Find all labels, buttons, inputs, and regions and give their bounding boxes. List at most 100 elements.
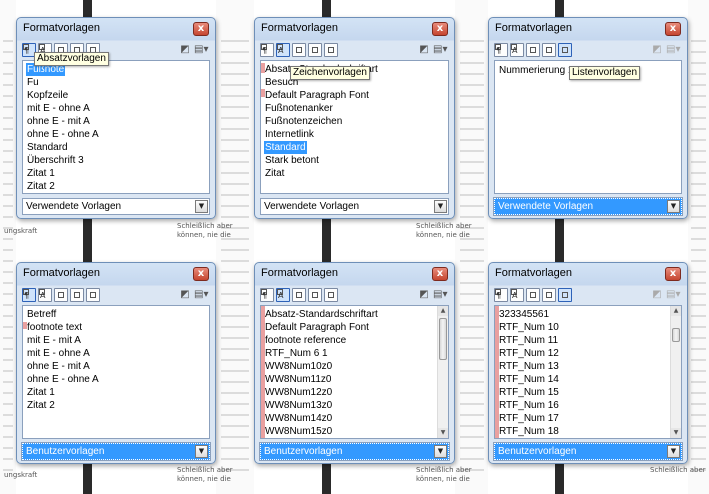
style-list-item[interactable]: Standard [26,141,69,154]
new-style-icon[interactable]: ▤▾ [666,43,680,57]
style-list-item[interactable]: mit E - ohne A [26,347,91,360]
new-style-icon[interactable]: ▤▾ [666,288,680,302]
page-styles-tab[interactable] [542,43,556,57]
frame-styles-tab[interactable] [526,43,540,57]
style-list-item[interactable]: WW8Num14z0 [264,412,333,425]
frame-styles-tab[interactable] [54,288,68,302]
vertical-scrollbar[interactable]: ▲ ▼ [437,306,448,438]
style-list-item[interactable]: RTF_Num 16 [498,399,560,412]
style-list-item[interactable]: mit E - ohne A [26,102,91,115]
style-list-item[interactable]: RTF_Num 14 [498,373,560,386]
page-styles-tab[interactable] [70,288,84,302]
style-list[interactable]: Betreff footnote text mit E - mit Amit E -… [22,305,210,439]
fill-format-icon[interactable]: ◩ [650,288,664,302]
style-list-item[interactable]: Stark betont [264,154,320,167]
close-button[interactable]: x [193,22,209,36]
title-bar[interactable]: Formatvorlagen x [17,18,215,40]
page-styles-tab[interactable] [542,288,556,302]
page-styles-tab[interactable] [308,288,322,302]
style-list-item[interactable]: Zitat [264,167,285,180]
style-list-item[interactable]: Standard [264,141,307,154]
list-styles-tab[interactable] [324,288,338,302]
paragraph-styles-tab[interactable]: ¶ [494,288,508,302]
chevron-down-icon[interactable]: ▼ [667,200,680,213]
style-filter-select[interactable]: Benutzervorlagen ▼ [259,442,450,461]
paragraph-styles-tab[interactable]: ¶ [260,43,274,57]
title-bar[interactable]: Formatvorlagen x [255,263,454,285]
style-filter-select[interactable]: Verwendete Vorlagen ▼ [493,197,683,216]
chevron-down-icon[interactable]: ▼ [434,200,447,213]
style-list-item[interactable]: Betreff [26,308,57,321]
scroll-down-icon[interactable]: ▼ [671,428,681,438]
style-list-item[interactable]: Zitat 2 [26,399,56,412]
style-list-item[interactable]: Fußnotenanker [264,102,334,115]
style-list-item[interactable]: Zitat 1 [26,386,56,399]
style-list-item[interactable]: Default Paragraph Font [264,89,370,102]
style-list-item[interactable]: RTF_Num 19 [498,438,560,439]
frame-styles-tab[interactable] [292,288,306,302]
close-button[interactable]: x [665,22,681,36]
style-list-item[interactable]: Kopfzeile [26,89,69,102]
scroll-down-icon[interactable]: ▼ [438,428,448,438]
style-list-item[interactable]: WW8Num10z0 [264,360,333,373]
style-list-item[interactable]: ohne E - ohne A [26,373,100,386]
list-styles-tab[interactable] [558,43,572,57]
style-list-item[interactable]: WW8Num13z0 [264,399,333,412]
title-bar[interactable]: Formatvorlagen x [255,18,454,40]
chevron-down-icon[interactable]: ▼ [434,445,447,458]
style-list-item[interactable]: RTF_Num 18 [498,425,560,438]
style-list-item[interactable]: RTF_Num 15 [498,386,560,399]
character-styles-tab[interactable]: A [276,43,290,57]
style-list-item[interactable]: Default Paragraph Font [264,321,370,334]
chevron-down-icon[interactable]: ▼ [667,445,680,458]
fill-format-icon[interactable]: ◩ [417,288,431,302]
close-button[interactable]: x [432,267,448,281]
style-list-item[interactable]: footnote reference [264,334,347,347]
style-list-item[interactable]: WW8Num12z0 [264,386,333,399]
style-list[interactable]: Absatz-StandardschriftartBesuchDefault P… [260,60,449,194]
close-button[interactable]: x [665,267,681,281]
style-list-item[interactable]: Absatz-Standardschriftart [264,308,379,321]
new-style-icon[interactable]: ▤▾ [433,43,447,57]
chevron-down-icon[interactable]: ▼ [195,445,208,458]
style-list[interactable]: Fußnote Fu Kopfzeile mit E - ohne Aohne E -… [22,60,210,194]
style-list[interactable]: Absatz-Standardschriftart Default Paragra… [260,305,449,439]
title-bar[interactable]: Formatvorlagen x [489,18,687,40]
new-style-icon[interactable]: ▤▾ [194,288,208,302]
style-list-item[interactable]: ohne E - ohne A [26,128,100,141]
frame-styles-tab[interactable] [526,288,540,302]
vertical-scrollbar[interactable]: ▲ ▼ [670,306,681,438]
title-bar[interactable]: Formatvorlagen x [17,263,215,285]
fill-format-icon[interactable]: ◩ [650,43,664,57]
fill-format-icon[interactable]: ◩ [178,288,192,302]
page-styles-tab[interactable] [308,43,322,57]
scroll-thumb[interactable] [672,328,680,342]
scroll-up-icon[interactable]: ▲ [438,306,448,316]
style-list-item[interactable]: RTF_Num 11 [498,334,559,347]
style-list-item[interactable]: WW8Num11z0 [264,373,333,386]
style-list-item[interactable]: Fu [26,76,40,89]
style-filter-select[interactable]: Verwendete Vorlagen ▼ [260,198,449,215]
style-list-item[interactable]: RTF_Num 17 [498,412,560,425]
list-styles-tab[interactable] [86,288,100,302]
style-list-item[interactable]: 323345561 [498,308,550,321]
style-list-item[interactable]: ohne E - mit A [26,360,91,373]
paragraph-styles-tab[interactable]: ¶ [260,288,274,302]
paragraph-styles-tab[interactable]: ¶ [494,43,508,57]
character-styles-tab[interactable]: A [276,288,290,302]
style-list-item[interactable]: Internetlink [264,128,315,141]
style-list-item[interactable]: WW8Num16z0 [264,438,333,439]
style-list-item[interactable]: mit E - mit A [26,334,82,347]
style-list-item[interactable]: RTF_Num 6 1 [264,347,329,360]
character-styles-tab[interactable]: A [38,288,52,302]
style-list-item[interactable]: Fußnotenzeichen [264,115,343,128]
scroll-thumb[interactable] [439,318,447,360]
style-list-item[interactable]: ohne E - mit A [26,115,91,128]
style-list-item[interactable]: WW8Num15z0 [264,425,333,438]
new-style-icon[interactable]: ▤▾ [194,43,208,57]
paragraph-styles-tab[interactable]: ¶ [22,288,36,302]
character-styles-tab[interactable]: A [510,43,524,57]
fill-format-icon[interactable]: ◩ [178,43,192,57]
style-list-item[interactable]: footnote text [26,321,83,334]
style-list-item[interactable]: Zitat 1 [26,167,56,180]
